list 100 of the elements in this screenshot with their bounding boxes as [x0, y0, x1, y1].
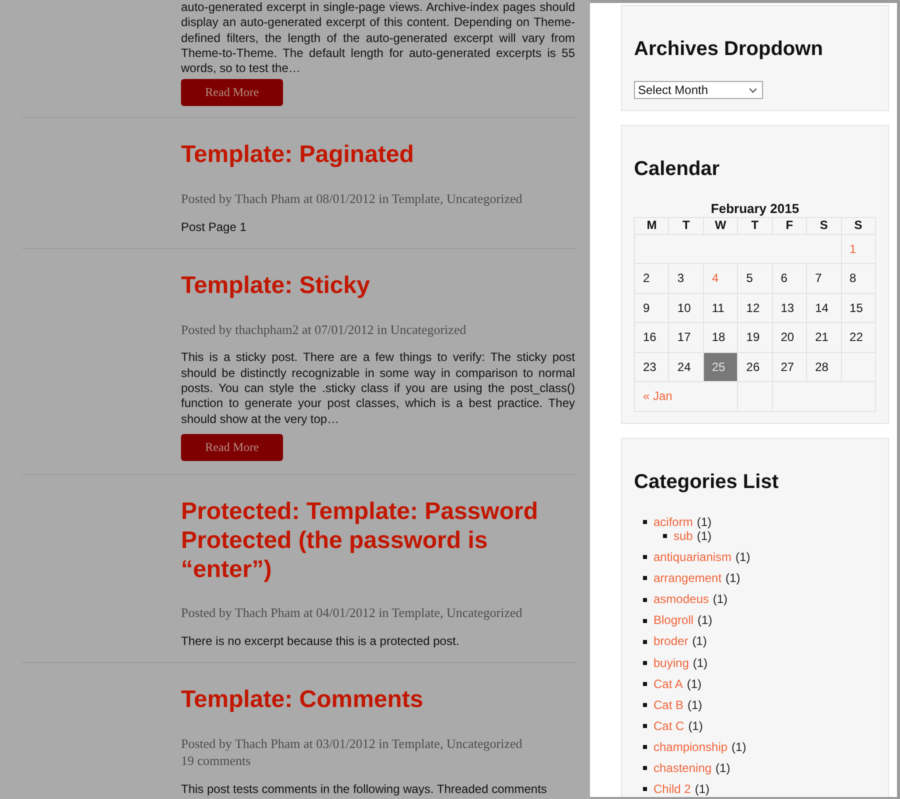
post-excerpt: auto-generated excerpt in single-page views. Archive-index pages should display an auto-generated excerpt of this content. Depending on Theme-defined filters, the length of the auto-generated excerpt will vary from Theme-to-Theme. The default length for auto-generated excerpts is 55 words, so to test the… — [181, 0, 575, 76]
weekday-header: S — [806, 217, 842, 234]
bullet-icon — [643, 745, 647, 750]
post-excerpt: Post Page 1 — [181, 220, 248, 236]
previous-month-link[interactable]: « Jan — [634, 382, 738, 411]
bullet-icon — [643, 618, 647, 623]
read-more-button[interactable]: Read More — [181, 79, 283, 106]
bullet-icon — [643, 660, 647, 665]
calendar-day: 24 — [668, 352, 704, 382]
calendar-day: 17 — [668, 322, 704, 352]
post-excerpt: This post tests comments in the following ways. Threaded comments — [181, 782, 548, 798]
calendar-day: 14 — [806, 293, 842, 322]
calendar-day: 27 — [772, 352, 807, 382]
category-link[interactable]: Blogroll — [654, 613, 694, 628]
weekday-header: S — [841, 217, 876, 234]
post-count: (1) — [696, 514, 712, 529]
category-link[interactable]: broder — [654, 634, 688, 649]
bullet-icon — [643, 682, 647, 686]
widget-title: Calendar — [634, 157, 720, 181]
weekday-header: T — [738, 217, 772, 234]
post-meta: Posted by Thach Pham at 08/01/2012 in Template, Uncategorized — [181, 190, 522, 207]
calendar-day: 12 — [738, 293, 772, 322]
category-link[interactable]: aciform — [654, 514, 693, 529]
bullet-icon — [643, 787, 647, 792]
calendar-day: 20 — [772, 322, 807, 352]
post-meta: Posted by Thach Pham at 03/01/2012 in Template, Uncategorized — [181, 734, 522, 752]
bullet-icon — [643, 598, 647, 602]
post-title[interactable]: Template: Comments — [181, 685, 575, 714]
post-excerpt: This is a sticky post. There are a few things to verify: The sticky post should be distinctly recognizable in some way in comparison to normal posts. You can style the .sticky class if you are using the post_class() function to generate your post classes, which is a best practice. They should show at the very top… — [181, 350, 575, 427]
calendar-day: 6 — [772, 264, 807, 293]
calendar-day[interactable]: 4 — [703, 264, 738, 293]
post-count: (1) — [736, 550, 750, 565]
weekday-header: M — [634, 217, 669, 234]
calendar-day: 3 — [668, 264, 704, 293]
month-select[interactable]: Select Month — [634, 81, 763, 99]
post-meta: Posted by Thach Pham at 04/01/2012 in Template, Uncategorized — [181, 604, 522, 622]
category-link[interactable]: championship — [654, 740, 728, 754]
category-link[interactable]: arrangement — [654, 571, 722, 586]
widget-title: Categories List — [634, 470, 778, 494]
post-count: (1) — [688, 718, 703, 734]
calendar-day[interactable]: 1 — [841, 234, 876, 264]
calendar-day: 11 — [703, 293, 738, 322]
post-title[interactable]: Template: Paginated — [181, 140, 575, 170]
calendar-day: 18 — [703, 322, 738, 352]
category-link[interactable]: chastening — [654, 761, 712, 776]
caret-icon — [749, 88, 757, 92]
bullet-icon — [643, 555, 647, 560]
post-excerpt: There is no excerpt because this is a protected post. — [181, 634, 460, 650]
post-count: (1) — [694, 782, 710, 797]
calendar-day: 22 — [841, 322, 876, 352]
category-link[interactable]: asmodeus — [654, 592, 709, 607]
post-count: (1) — [732, 740, 746, 754]
bullet-icon — [643, 703, 647, 707]
bullet-icon — [643, 520, 647, 524]
post-count: (1) — [712, 592, 728, 607]
post-title[interactable]: Protected: Template: Password Protected (the password is “enter”) — [181, 496, 575, 584]
calendar-day: 16 — [634, 322, 669, 352]
calendar-day: 19 — [738, 322, 772, 352]
post-count: (1) — [692, 634, 707, 649]
read-more-button[interactable]: Read More — [181, 434, 283, 461]
post-meta: Posted by thachpham2 at 07/01/2012 in Uncategorized — [181, 320, 466, 338]
calendar-day: 7 — [806, 264, 842, 293]
post-count: (1) — [688, 698, 702, 712]
calendar-caption: February 2015 — [710, 200, 800, 216]
calendar-day: 21 — [806, 322, 842, 352]
bullet-icon — [643, 724, 647, 728]
category-link[interactable]: Child 2 — [654, 782, 691, 797]
weekday-header: W — [703, 217, 738, 234]
post-count: (1) — [716, 761, 730, 776]
calendar-day: 28 — [806, 352, 842, 382]
category-link[interactable]: sub — [674, 529, 693, 544]
calendar-day: 8 — [841, 264, 876, 293]
calendar-day: 13 — [772, 293, 807, 322]
post-count: (1) — [696, 529, 712, 544]
weekday-header: F — [772, 217, 807, 234]
calendar-day: 15 — [841, 293, 876, 322]
bullet-icon — [663, 534, 667, 538]
category-link[interactable]: Cat A — [654, 676, 683, 692]
post-title[interactable]: Template: Sticky — [181, 271, 575, 300]
post-count: (1) — [686, 676, 702, 692]
calendar-day: 23 — [634, 352, 669, 382]
post-count: (1) — [692, 656, 708, 670]
category-link[interactable]: Cat B — [654, 698, 684, 712]
bullet-icon — [643, 766, 647, 770]
bullet-icon — [643, 576, 647, 580]
comments-link[interactable]: 19 comments — [181, 752, 251, 769]
calendar-day: 9 — [634, 293, 669, 322]
category-link[interactable]: buying — [654, 656, 689, 670]
calendar-day: 26 — [738, 352, 772, 382]
category-link[interactable]: antiquarianism — [654, 550, 732, 565]
post-count: (1) — [726, 571, 740, 586]
post-count: (1) — [698, 613, 712, 628]
calendar-day: 25 — [703, 352, 738, 382]
widget-title: Archives Dropdown — [634, 37, 823, 61]
bullet-icon — [643, 640, 647, 644]
weekday-header: T — [668, 217, 704, 234]
calendar-day: 2 — [634, 264, 669, 293]
category-link[interactable]: Cat C — [654, 718, 684, 734]
calendar-day: 5 — [738, 264, 772, 293]
calendar-day: 10 — [668, 293, 704, 322]
